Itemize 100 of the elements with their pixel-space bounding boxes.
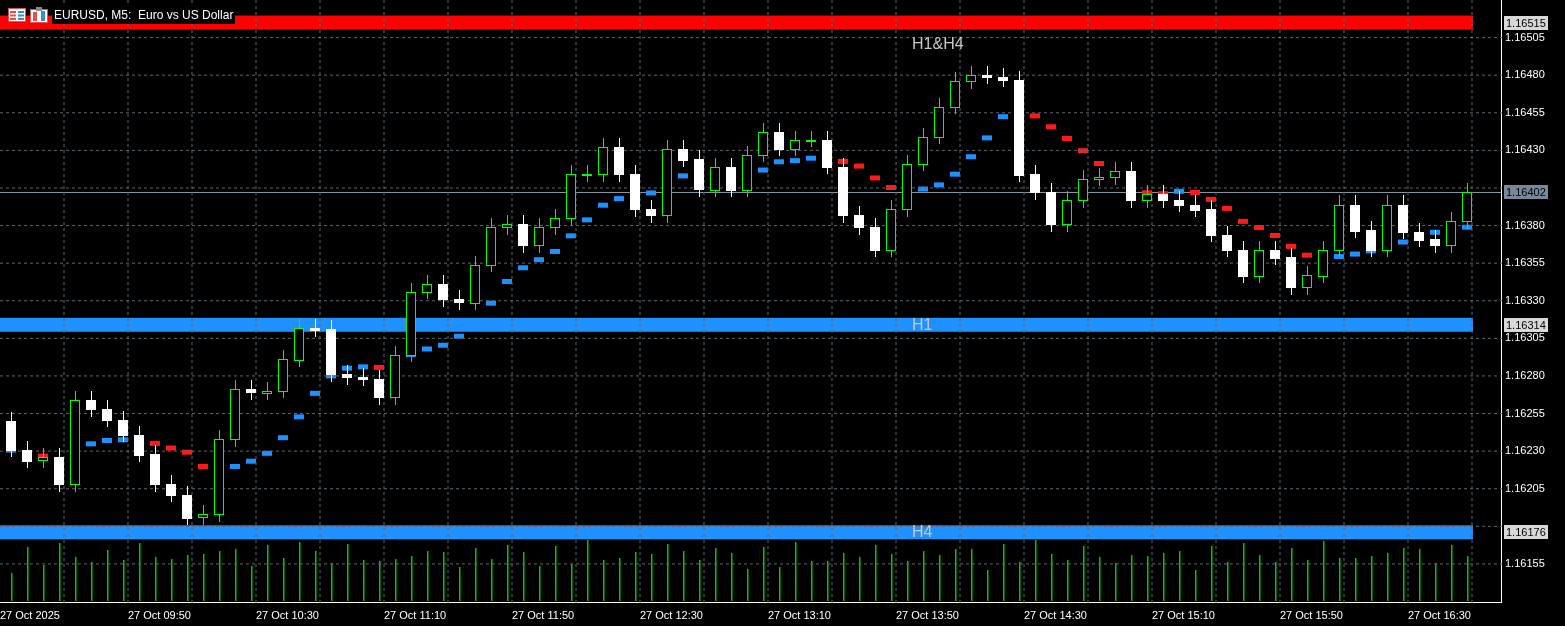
price-axis-label: 1.16155 [1505,556,1545,570]
candlestick [534,218,544,253]
candlestick [454,290,464,310]
candlestick [1174,191,1184,212]
candlestick [422,275,432,299]
candlestick [1142,185,1152,208]
candlestick [54,448,64,492]
candlestick [822,131,832,174]
candlestick [1414,223,1424,247]
candlestick [294,319,304,367]
candlestick [870,218,880,257]
candlestick [102,400,112,427]
candlestick [38,448,48,468]
candlestick [1334,195,1344,257]
current-price-tag: 1.16402 [1504,185,1548,200]
candlestick [182,486,192,525]
chart-title: EURUSD, M5: Euro vs US Dollar [52,6,236,24]
moving-average-mark [294,414,304,420]
candlestick [134,426,144,462]
candlestick [1094,168,1104,186]
candlestick [918,128,928,171]
candlestick [934,98,944,144]
price-axis-label: 1.16455 [1505,105,1545,119]
moving-average-mark [982,135,992,141]
time-axis-label: 27 Oct 15:50 [1280,608,1343,623]
candlestick [886,200,896,257]
price-axis-label: 1.16355 [1505,256,1545,270]
candlestick [1286,248,1296,295]
candlestick [1126,162,1136,208]
candlestick [838,158,848,223]
price-tag: 1.16176 [1504,525,1548,540]
time-axis-label: 27 Oct 13:50 [896,608,959,623]
price-axis-label: 1.16255 [1505,406,1545,420]
candlestick [998,68,1008,87]
candlestick [230,380,240,447]
candlestick [550,209,560,235]
candlestick [726,158,736,197]
moving-average-mark [310,390,320,396]
candlestick [758,123,768,162]
price-tag: 1.16314 [1504,317,1548,332]
candlestick [198,505,208,525]
candlestick [1254,241,1264,283]
time-axis-label: 27 Oct 15:10 [1152,608,1215,623]
moving-average-mark [966,154,976,160]
moving-average-mark [998,114,1008,120]
price-axis-label: 1.16380 [1505,218,1545,232]
candlestick [1462,183,1472,229]
candlestick [1222,226,1232,257]
candlestick [630,165,640,217]
candlestick [950,72,960,114]
candlestick [678,140,688,167]
candlestick [902,155,912,217]
candlestick [1046,183,1056,232]
candlestick [486,218,496,272]
candlestick [326,320,336,382]
level-label: H1 [912,315,933,334]
time-axis-label: 27 Oct 11:50 [512,608,575,623]
table-icon[interactable] [8,8,26,22]
price-tag: 1.16515 [1504,15,1548,30]
candlestick [742,146,752,197]
candlestick [166,475,176,502]
candlestick [358,368,368,386]
candlestick [246,380,256,400]
moving-average-mark [1398,239,1408,245]
time-axis-label: 27 Oct 10:30 [256,608,319,623]
chart-icon[interactable] [30,7,48,23]
time-axis-label: 27 Oct 13:10 [768,608,831,623]
candlestick [118,411,128,442]
candlestick [1078,170,1088,208]
candlestick [390,346,400,405]
candlestick [502,215,512,235]
candlestick [374,370,384,405]
candlestick [6,412,16,457]
price-axis-label: 1.16230 [1505,444,1545,458]
candlestick [278,350,288,398]
candlestick [1270,241,1280,265]
candlestick [1158,185,1168,208]
price-axis-label: 1.16305 [1505,331,1545,345]
candlestick [1110,162,1120,185]
candlestick [982,66,992,84]
time-axis-label: 27 Oct 14:30 [1024,608,1087,623]
candlestick [1382,195,1392,257]
candlestick [150,445,160,492]
candlestick [86,391,96,417]
candlestick [1062,191,1072,232]
candlestick [582,165,592,182]
candlestick [1398,195,1408,239]
level-label: H4 [912,523,933,542]
moving-average-mark [646,190,656,196]
candlestick [1446,212,1456,253]
candlestick [1366,221,1376,257]
moving-average-mark [678,173,688,179]
time-axis-label: 27 Oct 16:30 [1408,608,1471,623]
candlestick [262,382,272,400]
candlestick [646,200,656,223]
candlestick [694,150,704,197]
level-label: H1&H4 [912,34,964,53]
time-axis-label: 27 Oct 09:50 [128,608,191,623]
time-axis-label: 27 Oct 12:30 [640,608,703,623]
candlestick [1238,241,1248,283]
